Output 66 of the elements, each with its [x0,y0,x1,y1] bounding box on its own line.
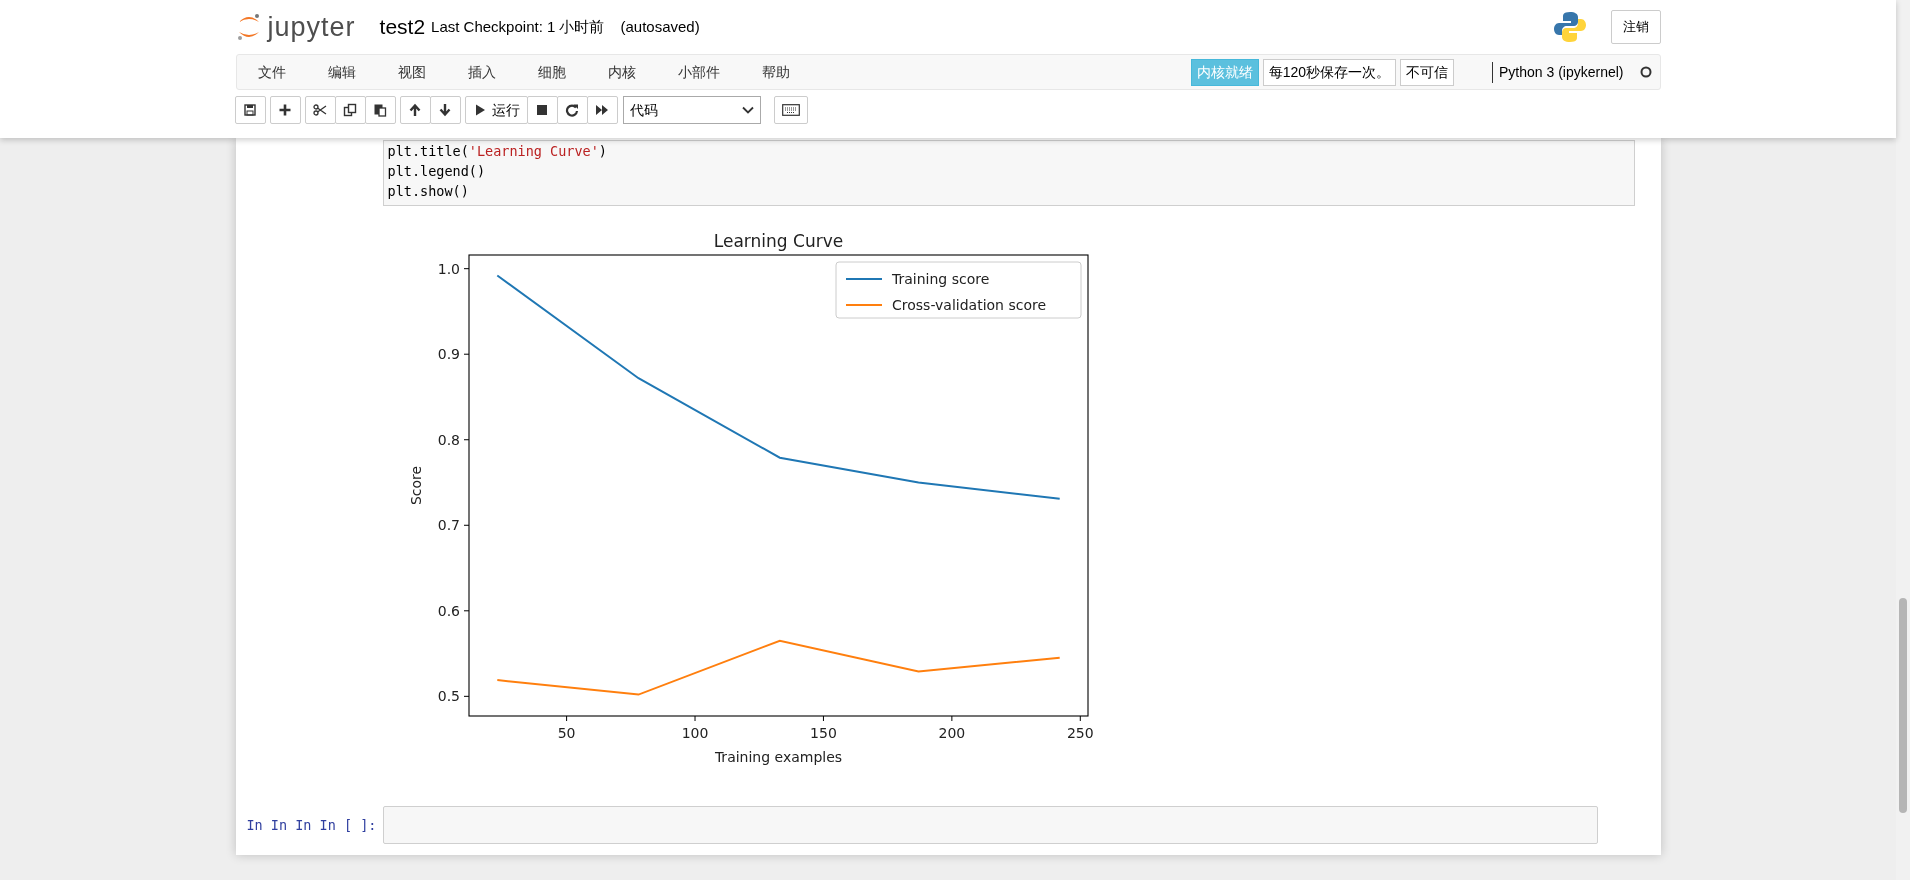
keyboard-button[interactable] [773,96,808,124]
menu-item[interactable]: 视图 [376,61,447,83]
axis-tick-label: 1.0 [437,260,460,277]
menu-item[interactable]: 细胞 [516,61,587,83]
axis-tick-label: 150 [809,725,837,741]
arrow-up-icon [408,103,422,117]
logo-icon [235,12,262,42]
fast-forward-icon [595,103,609,117]
stop-button[interactable] [526,96,558,124]
keyboard-icon [781,104,800,116]
checkpoint-text: Last Checkpoint: 1 小时前 [431,16,605,37]
menu-item[interactable]: 编辑 [306,61,377,83]
chevron-down-icon [741,106,754,114]
legend-label: Training score [890,271,989,287]
logout-button[interactable]: 注销 [1610,10,1661,44]
code-line: plt.show() [387,182,470,201]
insert-button[interactable] [269,96,301,124]
menu-item[interactable]: 文件 [236,61,307,83]
restart-button[interactable] [556,96,588,124]
axis-tick-label: 0.5 [437,688,460,705]
scissors-icon [313,103,327,117]
restart-icon [565,103,579,117]
python-logo-icon [1552,10,1587,44]
input-prompt: In In In In [ ]: [245,815,378,835]
kernel-status-indicator: 内核就绪 [1190,58,1259,86]
run-button[interactable]: 运行 [464,96,528,124]
code-input-field[interactable] [382,806,1598,844]
arrow-down-icon [438,103,452,117]
axis-tick-label: 0.6 [437,602,460,619]
menu-item[interactable]: 小部件 [656,61,741,83]
legend-label: Cross-validation score [891,297,1046,313]
paste-icon [373,103,387,117]
axis-tick-label: 100 [681,725,708,741]
run-all-button[interactable] [586,96,618,124]
autosave-indicator: 每120秒保存一次。 [1262,58,1396,86]
autosave-text: (autosaved) [620,16,700,37]
cut-button[interactable] [304,96,336,124]
axis-tick-label: 0.9 [437,346,460,363]
code-line: plt.title('Learning Curve') [387,142,608,161]
axis-tick-label: 0.7 [437,517,460,534]
menu-item[interactable]: 内核 [586,61,657,83]
y-axis-label: Score [407,465,424,506]
menu-item[interactable]: 帮助 [740,61,811,83]
move-up-button[interactable] [399,96,431,124]
paste-button[interactable] [364,96,396,124]
move-down-button[interactable] [429,96,461,124]
save-icon [243,103,257,117]
copy-button[interactable] [334,96,366,124]
save-button[interactable] [234,96,266,124]
stop-icon [535,103,549,117]
axis-tick-label: 200 [938,725,965,741]
axis-tick-label: 50 [557,725,575,741]
axis-tick-label: 0.8 [437,431,460,448]
plus-icon [278,103,292,117]
axis-tick-label: 250 [1066,725,1094,741]
logo-text[interactable]: jupyter [267,6,356,48]
notebook-name[interactable]: test2 [379,11,426,43]
trust-button[interactable]: 不可信 [1400,58,1454,86]
scrollbar-thumb[interactable] [1899,598,1907,813]
x-axis-label: Training examples [714,749,842,765]
copy-icon [343,103,357,117]
chart-title: Learning Curve [713,231,843,251]
cell-type-select[interactable]: 代码 [622,96,761,124]
menu-item[interactable]: 插入 [446,61,517,83]
code-line: plt.legend() [387,162,487,181]
kernel-name: Python 3 (ipykernel) [1492,61,1624,83]
